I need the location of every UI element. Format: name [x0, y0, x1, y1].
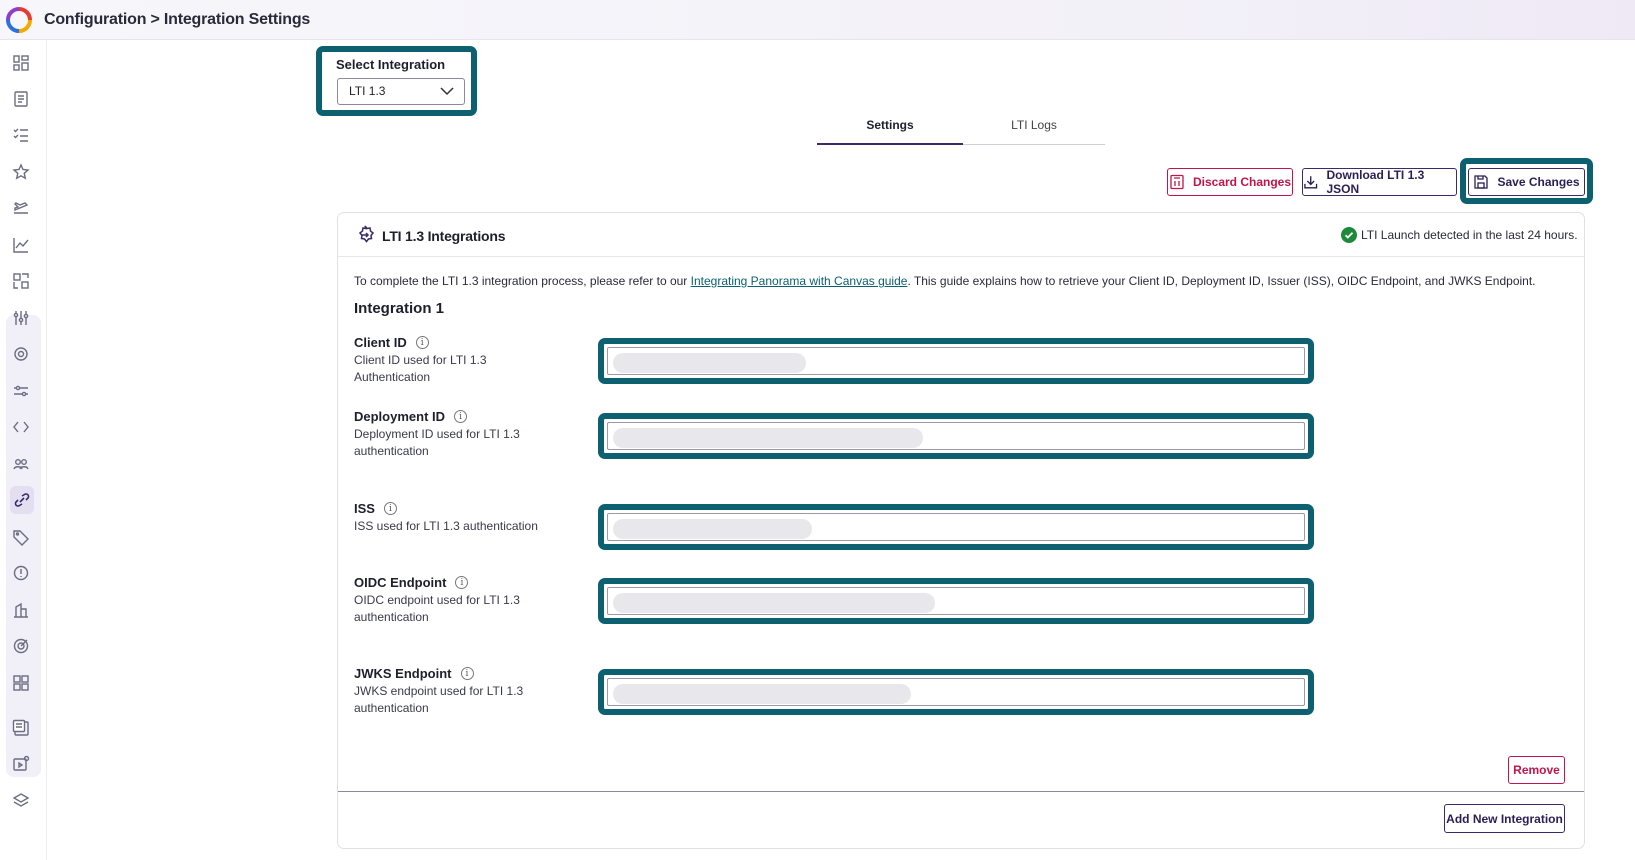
- redacted-value: [613, 593, 935, 613]
- deployment-id-description: Deployment ID used for LTI 1.3 authentic…: [354, 427, 520, 458]
- iss-input-highlight: [598, 504, 1314, 550]
- discard-changes-label: Discard Changes: [1192, 175, 1292, 189]
- report-icon[interactable]: [11, 718, 31, 738]
- download-icon: [1304, 176, 1318, 189]
- oidc-endpoint-input-highlight: [598, 578, 1314, 624]
- tab-settings[interactable]: Settings: [817, 112, 963, 145]
- qr-icon[interactable]: [11, 271, 31, 291]
- download-json-button[interactable]: Download LTI 1.3 JSON: [1302, 168, 1457, 196]
- canvas-guide-link[interactable]: Integrating Panorama with Canvas guide: [691, 274, 908, 288]
- integration-select-value: LTI 1.3: [349, 84, 386, 98]
- redacted-value: [613, 428, 923, 448]
- intro-text-before: To complete the LTI 1.3 integration proc…: [354, 274, 691, 288]
- alert-icon[interactable]: [11, 563, 31, 583]
- code-icon[interactable]: [11, 417, 31, 437]
- intro-text: To complete the LTI 1.3 integration proc…: [354, 274, 1536, 288]
- save-changes-label: Save Changes: [1497, 175, 1580, 189]
- jwks-endpoint-label-row: JWKS Endpoint i: [354, 666, 474, 681]
- info-icon[interactable]: i: [415, 336, 429, 349]
- download-json-label: Download LTI 1.3 JSON: [1326, 168, 1425, 196]
- remove-integration-button[interactable]: Remove: [1508, 756, 1565, 784]
- card-divider: [338, 791, 1584, 792]
- deployment-id-input-highlight: [598, 413, 1314, 459]
- card-title: LTI 1.3 Integrations: [382, 228, 506, 244]
- iss-input[interactable]: [607, 513, 1305, 541]
- client-id-label: Client ID: [354, 335, 407, 350]
- apps-icon[interactable]: [11, 673, 31, 693]
- oidc-endpoint-label: OIDC Endpoint: [354, 575, 447, 590]
- app-logo[interactable]: [6, 7, 32, 33]
- redacted-value: [613, 684, 911, 704]
- layers-icon[interactable]: [11, 791, 31, 811]
- jwks-endpoint-description: JWKS endpoint used for LTI 1.3 authentic…: [354, 684, 524, 715]
- deployment-id-label-row: Deployment ID i: [354, 409, 468, 424]
- top-bar: Configuration > Integration Settings: [0, 0, 1635, 40]
- tag-icon[interactable]: [11, 527, 31, 547]
- client-id-input[interactable]: [607, 347, 1305, 375]
- link-icon[interactable]: [10, 486, 34, 514]
- select-integration-label: Select Integration: [336, 57, 446, 72]
- integration-select[interactable]: LTI 1.3: [337, 78, 465, 105]
- save-changes-button[interactable]: Save Changes: [1468, 168, 1585, 196]
- tab-lti-logs[interactable]: LTI Logs: [963, 112, 1105, 145]
- redacted-value: [613, 353, 806, 373]
- tabs: Settings LTI Logs: [817, 112, 1105, 145]
- chart-line-icon[interactable]: [11, 235, 31, 255]
- sliders-icon[interactable]: [11, 308, 31, 328]
- oidc-endpoint-label-row: OIDC Endpoint i: [354, 575, 469, 590]
- info-icon[interactable]: i: [454, 410, 468, 423]
- breadcrumb: Configuration > Integration Settings: [44, 11, 311, 28]
- client-id-label-row: Client ID i: [354, 335, 429, 350]
- tune-icon[interactable]: [11, 381, 31, 401]
- deployment-id-input[interactable]: [607, 422, 1305, 450]
- media-icon[interactable]: [11, 754, 31, 774]
- trash-icon: [1170, 174, 1184, 190]
- card-header: LTI 1.3 Integrations LTI Launch detected…: [338, 213, 1584, 257]
- jwks-endpoint-input-highlight: [598, 669, 1314, 715]
- deployment-id-label: Deployment ID: [354, 409, 446, 424]
- client-id-description: Client ID used for LTI 1.3 Authenticatio…: [354, 353, 487, 384]
- document-icon[interactable]: [11, 89, 31, 109]
- iss-label-row: ISS i: [354, 501, 397, 516]
- users-icon[interactable]: [11, 454, 31, 474]
- chevron-down-icon: [440, 87, 454, 96]
- building-icon[interactable]: [11, 600, 31, 620]
- jwks-endpoint-label: JWKS Endpoint: [354, 666, 452, 681]
- info-icon[interactable]: i: [383, 502, 397, 515]
- lti-integrations-card: LTI 1.3 Integrations LTI Launch detected…: [337, 212, 1585, 849]
- sidebar: [0, 40, 47, 860]
- success-check-icon: [1341, 227, 1357, 243]
- iss-label: ISS: [354, 501, 375, 516]
- checklist-icon[interactable]: [11, 125, 31, 145]
- add-new-integration-button[interactable]: Add New Integration: [1444, 804, 1565, 833]
- info-icon[interactable]: i: [460, 667, 474, 680]
- info-icon[interactable]: i: [455, 576, 469, 589]
- redacted-value: [613, 519, 812, 539]
- lti-launch-status: LTI Launch detected in the last 24 hours…: [1361, 228, 1578, 242]
- plane-icon[interactable]: [11, 198, 31, 218]
- discard-changes-button[interactable]: Discard Changes: [1167, 168, 1293, 196]
- jwks-endpoint-input[interactable]: [607, 678, 1305, 706]
- iss-description: ISS used for LTI 1.3 authentication: [354, 519, 538, 533]
- grid-icon[interactable]: [11, 53, 31, 73]
- save-icon: [1474, 175, 1489, 189]
- integration-gear-icon: [358, 225, 375, 243]
- target-icon[interactable]: [11, 636, 31, 656]
- intro-text-after: . This guide explains how to retrieve yo…: [907, 274, 1536, 288]
- gear-icon[interactable]: [11, 344, 31, 364]
- star-icon[interactable]: [11, 162, 31, 182]
- oidc-endpoint-input[interactable]: [607, 587, 1305, 615]
- oidc-endpoint-description: OIDC endpoint used for LTI 1.3 authentic…: [354, 593, 520, 624]
- integration-title: Integration 1: [354, 300, 445, 317]
- client-id-input-highlight: [598, 338, 1314, 384]
